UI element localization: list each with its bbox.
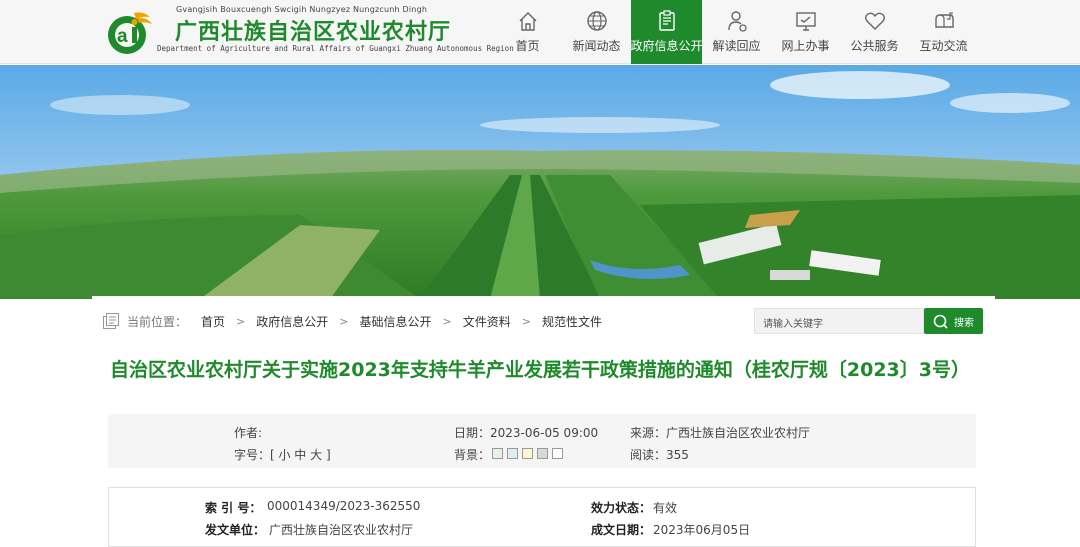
nav-label: 首页 — [515, 39, 540, 53]
nav-label: 新闻动态 — [572, 39, 621, 53]
font-size-switcher[interactable]: 字号：[ 小 中 大 ] — [234, 446, 331, 463]
breadcrumb-documents[interactable]: 文件资料 — [463, 313, 511, 330]
mailbox-icon — [934, 12, 954, 28]
breadcrumb-bar: 当前位置： 首页 > 政府信息公开 > 基础信息公开 > 文件资料 > 规范性文… — [92, 296, 995, 346]
nav-label: 政府信息公开 — [630, 39, 703, 53]
search-button[interactable]: 搜索 — [924, 308, 983, 334]
issuer-value: 广西壮族自治区农业农村厅 — [269, 523, 414, 537]
article-meta: 作者: 日期：2023-06-05 09:00 来源：广西壮族自治区农业农村厅 … — [108, 414, 976, 468]
site-english-name: Department of Agriculture and Rural Affa… — [157, 44, 514, 53]
meta-author: 作者: — [234, 426, 263, 440]
site-zhuang-name: Gvangjsih Bouxcuengh Swcigih Nungzyez Nu… — [176, 5, 428, 14]
issuer-label: 发文单位： — [205, 523, 266, 537]
site-title[interactable]: 广西壮族自治区农业农村厅 — [175, 14, 451, 46]
meta-source: 来源：广西壮族自治区农业农村厅 — [630, 426, 811, 440]
nav-gov-info[interactable]: 政府信息公开 — [630, 0, 703, 64]
svg-text:a: a — [117, 26, 128, 47]
home-icon — [519, 12, 536, 31]
online-service-icon — [795, 12, 816, 31]
validity-status-label: 效力状态： — [591, 501, 652, 515]
document-icon — [658, 10, 675, 31]
issue-date-value: 2023年06月05日 — [653, 523, 751, 537]
breadcrumb: 当前位置： 首页 > 政府信息公开 > 基础信息公开 > 文件资料 > 规范性文… — [127, 313, 602, 330]
breadcrumb-separator: > — [236, 315, 246, 328]
hero-banner — [0, 65, 1080, 299]
validity-status-value: 有效 — [653, 501, 678, 515]
index-number-label: 索 引 号： — [205, 501, 262, 515]
interpretation-icon — [727, 11, 747, 32]
agriculture-logo-icon[interactable]: a — [104, 9, 154, 55]
breadcrumb-separator: > — [521, 315, 531, 328]
article-title: 自治区农业农村厅关于实施2023年支持牛羊产业发展若干政策措施的通知（桂农厅规〔… — [110, 359, 970, 381]
bg-swatch-white[interactable] — [552, 448, 563, 459]
nav-online-service[interactable]: 网上办事 — [771, 0, 840, 64]
bg-swatch-yellow[interactable] — [522, 448, 533, 459]
breadcrumb-home[interactable]: 首页 — [201, 313, 225, 330]
nav-interaction[interactable]: 互动交流 — [909, 0, 978, 64]
breadcrumb-basic-info[interactable]: 基础信息公开 — [359, 313, 431, 330]
location-page-icon — [103, 313, 119, 329]
search-input[interactable]: 请输入关键字 — [754, 308, 924, 334]
index-number-value: 000014349/2023-362550 — [267, 499, 421, 513]
nav-label: 公共服务 — [850, 39, 899, 53]
background-label: 背景： — [454, 448, 491, 462]
breadcrumb-gov-info[interactable]: 政府信息公开 — [256, 313, 328, 330]
background-swatches — [492, 448, 567, 459]
nav-home[interactable]: 首页 — [493, 0, 562, 64]
bg-swatch-gray[interactable] — [537, 448, 548, 459]
nav-label: 解读回应 — [712, 39, 761, 53]
site-header: a Gvangjsih Bouxcuengh Swcigih Nungzyez … — [0, 0, 1080, 64]
nav-public-service[interactable]: 公共服务 — [840, 0, 909, 64]
document-info-table: 索 引 号： 000014349/2023-362550 效力状态： 有效 发文… — [108, 487, 976, 547]
meta-reads: 阅读：355 — [630, 448, 689, 462]
breadcrumb-separator: > — [442, 315, 452, 328]
nav-news[interactable]: 新闻动态 — [562, 0, 631, 64]
search-icon — [933, 314, 948, 329]
aerial-farmland-image — [0, 65, 1080, 299]
issue-date-label: 成文日期： — [591, 523, 652, 537]
breadcrumb-label: 当前位置： — [127, 315, 188, 329]
breadcrumb-normative-docs[interactable]: 规范性文件 — [542, 313, 602, 330]
news-globe-icon — [586, 11, 607, 31]
nav-interpretation[interactable]: 解读回应 — [702, 0, 771, 64]
bg-swatch-green[interactable] — [492, 448, 503, 459]
breadcrumb-separator: > — [339, 315, 349, 328]
nav-label: 互动交流 — [919, 39, 968, 53]
nav-label: 网上办事 — [781, 39, 830, 53]
search-button-label: 搜索 — [954, 317, 974, 329]
bg-swatch-cyan[interactable] — [507, 448, 518, 459]
heart-icon — [864, 12, 885, 30]
main-nav: 首页 新闻动态 政府信息公开 解读回应 网上办事 公共服务 互动交流 — [493, 0, 978, 64]
meta-date: 日期：2023-06-05 09:00 — [454, 426, 599, 440]
